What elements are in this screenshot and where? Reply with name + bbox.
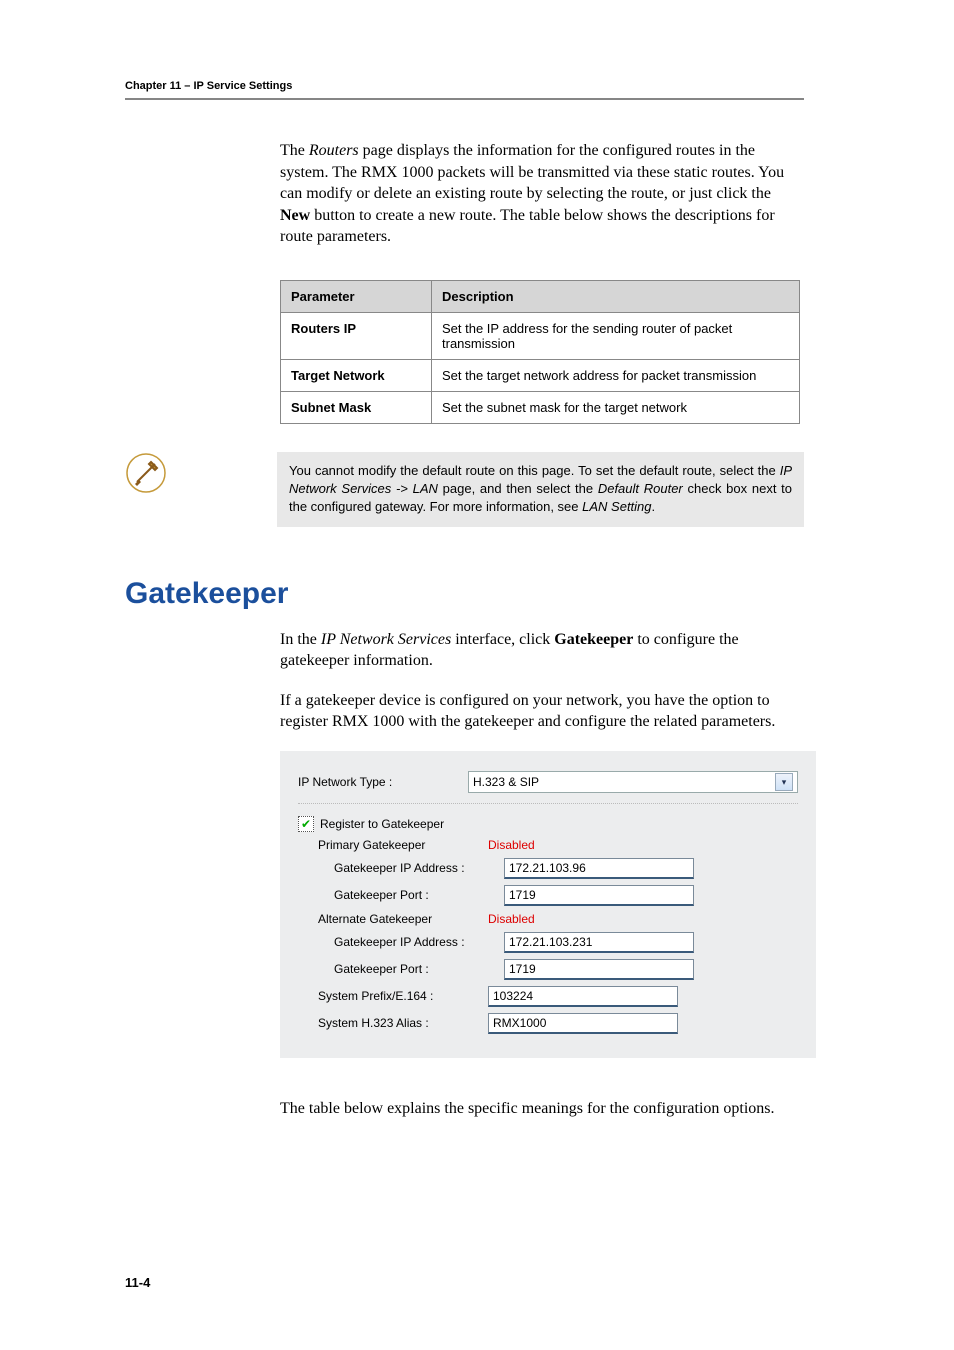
table-header-desc: Description — [432, 280, 800, 312]
table-desc: Set the target network address for packe… — [432, 359, 800, 391]
primary-port-input[interactable]: 1719 — [504, 885, 694, 906]
table-param: Routers IP — [281, 312, 432, 359]
gk1-mid: interface, click — [451, 631, 554, 648]
intro-paragraph: The Routers page displays the informatio… — [280, 140, 804, 248]
parameters-table: Parameter Description Routers IP Set the… — [280, 280, 800, 424]
table-desc: Set the subnet mask for the target netwo… — [432, 391, 800, 423]
gk1-em: IP Network Services — [321, 631, 451, 648]
note-text: . — [652, 499, 656, 514]
note-text: page, and then select the — [438, 481, 598, 496]
ip-network-type-value: H.323 & SIP — [473, 772, 539, 792]
note-em2: Default Router — [598, 481, 683, 496]
intro-em: Routers — [309, 142, 359, 159]
alternate-port-label: Gatekeeper Port : — [298, 962, 504, 976]
primary-gatekeeper-label: Primary Gatekeeper — [298, 838, 488, 852]
gatekeeper-intro-1: In the IP Network Services interface, cl… — [280, 629, 804, 672]
intro-pre: The — [280, 142, 309, 159]
table-param: Subnet Mask — [281, 391, 432, 423]
section-title: Gatekeeper — [125, 577, 804, 611]
register-label: Register to Gatekeeper — [320, 817, 444, 831]
alternate-ip-input[interactable]: 172.21.103.231 — [504, 932, 694, 953]
note-em3: LAN Setting — [582, 499, 651, 514]
primary-status: Disabled — [488, 838, 535, 852]
intro-tail: button to create a new route. The table … — [280, 207, 775, 246]
note-text: You cannot modify the default route on t… — [289, 463, 780, 478]
ip-network-type-select[interactable]: H.323 & SIP ▾ — [468, 771, 798, 793]
note-box: You cannot modify the default route on t… — [277, 452, 804, 527]
table-row: Target Network Set the target network ad… — [281, 359, 800, 391]
table-row: Routers IP Set the IP address for the se… — [281, 312, 800, 359]
closing-paragraph: The table below explains the specific me… — [280, 1098, 804, 1120]
intro-bold: New — [280, 207, 310, 224]
chapter-header: Chapter 11 – IP Service Settings — [125, 80, 804, 92]
system-prefix-input[interactable]: 103224 — [488, 986, 678, 1007]
header-rule — [125, 98, 804, 100]
table-header-param: Parameter — [281, 280, 432, 312]
table-row: Subnet Mask Set the subnet mask for the … — [281, 391, 800, 423]
register-checkbox[interactable]: ✔ — [298, 816, 314, 832]
primary-ip-label: Gatekeeper IP Address : — [298, 861, 504, 875]
chevron-down-icon[interactable]: ▾ — [775, 773, 793, 791]
alternate-gatekeeper-label: Alternate Gatekeeper — [298, 912, 488, 926]
divider — [298, 803, 798, 804]
alternate-port-input[interactable]: 1719 — [504, 959, 694, 980]
gk1-bold: Gatekeeper — [554, 631, 633, 648]
system-prefix-label: System Prefix/E.164 : — [298, 989, 488, 1003]
alternate-ip-label: Gatekeeper IP Address : — [298, 935, 504, 949]
note-icon — [125, 452, 167, 494]
primary-port-label: Gatekeeper Port : — [298, 888, 504, 902]
system-alias-label: System H.323 Alias : — [298, 1016, 488, 1030]
gk1-pre: In the — [280, 631, 321, 648]
primary-ip-input[interactable]: 172.21.103.96 — [504, 858, 694, 879]
table-param: Target Network — [281, 359, 432, 391]
page-number: 11-4 — [125, 1275, 150, 1290]
ip-network-type-label: IP Network Type : — [298, 775, 468, 789]
alternate-status: Disabled — [488, 912, 535, 926]
system-alias-input[interactable]: RMX1000 — [488, 1013, 678, 1034]
table-desc: Set the IP address for the sending route… — [432, 312, 800, 359]
gatekeeper-intro-2: If a gatekeeper device is configured on … — [280, 690, 804, 733]
gatekeeper-config-panel: IP Network Type : H.323 & SIP ▾ ✔ Regist… — [280, 751, 816, 1058]
